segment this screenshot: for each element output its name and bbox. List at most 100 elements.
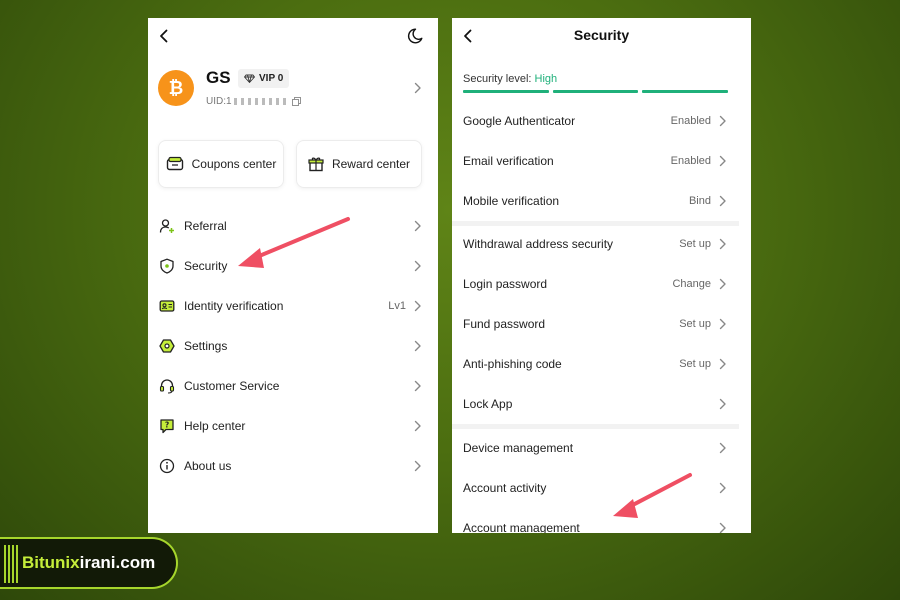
reward-center-card[interactable]: Reward center [296,140,422,188]
setting-row-fund-password[interactable]: Fund password Set up [452,304,751,344]
setting-row-mobile-verification[interactable]: Mobile verification Bind [452,181,751,221]
page-title: Security [573,27,630,43]
menu-item-customer-service[interactable]: Customer Service [148,366,438,406]
brand-name-part1: Bitunix [22,553,80,572]
setting-row-lock-app[interactable]: Lock App [452,384,751,424]
row-status: Bind [688,195,711,207]
chevron-right-icon [718,318,727,330]
brand-stripes-logo [4,545,18,583]
gear-icon [159,339,175,353]
security-level-bar-3 [642,90,728,93]
security-panel: Security Security level: High Google Aut… [452,18,751,533]
menu-label: Settings [184,339,228,353]
setting-row-login-password[interactable]: Login password Change [452,264,751,304]
row-status: Set up [679,318,711,330]
row-status: Enabled [670,155,711,167]
menu-label: Customer Service [184,379,280,393]
profile-chevron-icon[interactable] [413,82,422,94]
row-status: Enabled [670,115,711,127]
svg-text:₿: ₿ [169,78,184,99]
row-label: Withdrawal address security [463,237,614,251]
menu-item-settings[interactable]: Settings [148,326,438,366]
row-status: Set up [679,238,711,250]
chevron-right-icon [718,195,727,207]
row-label: Device management [463,441,574,455]
row-label: Google Authenticator [463,114,576,128]
uid-prefix: UID:1 [206,96,232,107]
chevron-right-icon [718,238,727,250]
row-status: Set up [679,358,711,370]
chevron-right-icon [718,358,727,370]
chevron-right-icon [718,522,727,533]
menu-label: About us [184,459,232,473]
row-status: Change [672,278,711,290]
info-icon [159,458,175,474]
back-arrow-icon[interactable] [156,28,172,44]
brand-watermark: Bitunixirani.com [0,537,178,589]
setting-row-anti-phishing-code[interactable]: Anti-phishing code Set up [452,344,751,384]
security-level: Security level: High [463,73,557,85]
dark-mode-moon-icon[interactable] [406,27,424,45]
row-label: Account activity [463,481,547,495]
menu-value: Lv1 [388,300,406,312]
menu-label: Identity verification [184,299,284,313]
security-level-value: High [534,73,558,85]
chevron-right-icon [413,380,422,392]
menu-label: Security [184,259,228,273]
row-label: Fund password [463,317,546,331]
setting-row-device-management[interactable]: Device management [452,428,751,468]
chevron-right-icon [413,460,422,472]
copy-icon[interactable] [292,96,302,106]
security-level-bar-2 [553,90,638,93]
chevron-right-icon [718,482,727,494]
chevron-right-icon [413,300,422,312]
setting-row-google-authenticator[interactable]: Google Authenticator Enabled [452,101,751,141]
coupon-icon [166,156,183,171]
menu-label: Referral [184,219,227,233]
profile-name: GS [206,68,231,87]
row-label: Login password [463,277,548,291]
headset-icon [159,379,175,394]
chevron-right-icon [718,442,727,454]
coupons-center-card[interactable]: Coupons center [158,140,284,188]
setting-row-email-verification[interactable]: Email verification Enabled [452,141,751,181]
uid-text: UID:1 [206,96,302,107]
chevron-right-icon [413,260,422,272]
account-panel: ₿ GS VIP 0 UID:1 Coupons center Reward c… [148,18,438,533]
id-card-icon [159,300,175,312]
coupons-center-label: Coupons center [191,157,277,171]
menu-item-about-us[interactable]: About us [148,446,438,486]
brand-name-part2: irani.com [79,553,156,572]
chevron-right-icon [718,155,727,167]
chevron-right-icon [413,220,422,232]
brand-text: Bitunixirani.com [22,553,155,573]
vip-label: VIP 0 [259,73,284,84]
row-label: Account management [463,521,580,533]
chevron-right-icon [718,278,727,290]
row-label: Email verification [463,154,554,168]
setting-row-account-management[interactable]: Account management [452,508,751,533]
bitcoin-avatar-icon[interactable]: ₿ [158,70,194,106]
row-label: Anti-phishing code [463,357,562,371]
setting-row-withdrawal-address-security[interactable]: Withdrawal address security Set up [452,224,751,264]
user-add-icon [159,219,174,233]
help-chat-icon: ? [160,419,174,434]
chevron-right-icon [718,115,727,127]
menu-item-help-center[interactable]: ? Help center [148,406,438,446]
uid-redacted [233,97,288,105]
annotation-arrow-security [238,217,350,268]
security-level-label: Security level: [463,73,532,85]
chevron-right-icon [718,398,727,410]
row-label: Mobile verification [463,194,560,208]
chevron-right-icon [413,420,422,432]
chevron-right-icon [413,340,422,352]
reward-center-label: Reward center [331,157,411,171]
menu-item-identity-verification[interactable]: Identity verification Lv1 [148,286,438,326]
setting-row-account-activity[interactable]: Account activity [452,468,751,508]
vip-badge[interactable]: VIP 0 [238,69,290,88]
annotation-arrow-account-management [613,473,692,518]
security-level-bar-1 [463,90,549,93]
svg-text:?: ? [165,421,169,430]
row-label: Lock App [463,397,513,411]
gift-icon [308,157,324,172]
